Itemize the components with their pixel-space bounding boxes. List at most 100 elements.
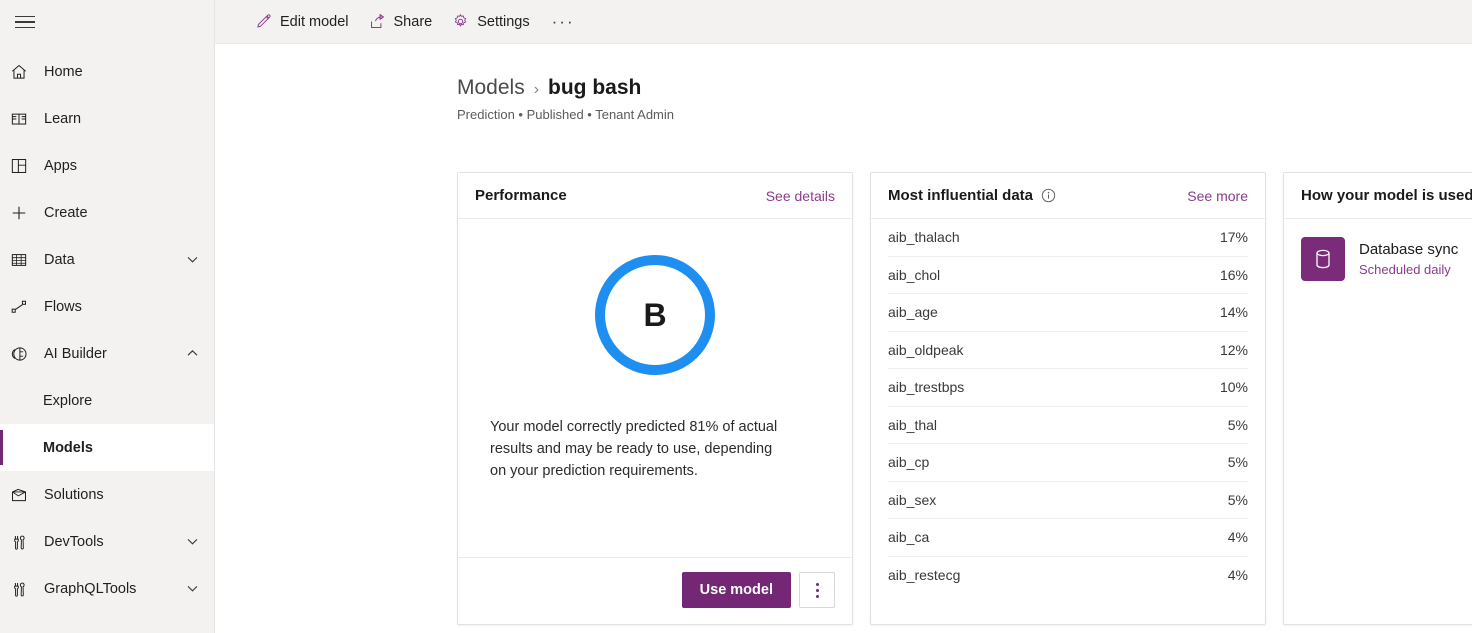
performance-gauge: B [458, 219, 852, 375]
sidebar-item-learn[interactable]: Learn [0, 95, 214, 142]
sidebar-nav: Home Learn Apps Create Data Flows AI Builder Ex… [0, 44, 214, 612]
influential-data-value: 16% [1220, 267, 1248, 283]
chevron-down-icon[interactable] [182, 253, 202, 266]
sidebar-item-explore[interactable]: Explore [0, 377, 214, 424]
flow-icon [10, 295, 40, 319]
influential-data-value: 5% [1228, 417, 1248, 433]
performance-card-title: Performance [475, 187, 567, 204]
model-usage-card-title: How your model is used [1301, 187, 1472, 204]
breadcrumb-separator-icon: › [534, 81, 539, 99]
command-bar: Edit model Share Settings ··· [215, 0, 1472, 44]
page-subtitle: Prediction • Published • Tenant Admin [457, 107, 1472, 122]
sidebar-item-flows[interactable]: Flows [0, 283, 214, 330]
influential-data-name: aib_thalach [888, 229, 1220, 245]
sidebar-item-label: Explore [43, 393, 182, 409]
command-edit-model[interactable]: Edit model [245, 6, 359, 38]
solutions-icon [10, 483, 40, 507]
influential-data-row: aib_sex5% [888, 482, 1248, 520]
influential-data-name: aib_ca [888, 529, 1228, 545]
performance-card-header: Performance See details [458, 173, 852, 219]
sidebar-item-label: Home [40, 64, 182, 80]
sidebar-item-devtools[interactable]: DevTools [0, 518, 214, 565]
dot [816, 589, 819, 592]
performance-card-footer: Use model [458, 557, 852, 624]
sidebar-item-label: DevTools [40, 534, 182, 550]
sidebar-item-apps[interactable]: Apps [0, 142, 214, 189]
influential-data-value: 14% [1220, 304, 1248, 320]
sidebar-item-models[interactable]: Models [0, 424, 214, 471]
influential-data-name: aib_age [888, 304, 1220, 320]
use-model-button[interactable]: Use model [682, 572, 791, 608]
usage-item-text: Database sync Scheduled daily [1359, 241, 1458, 278]
influential-data-row: aib_chol16% [888, 257, 1248, 295]
sidebar-item-label: AI Builder [40, 346, 182, 362]
performance-more-options-button[interactable] [799, 572, 835, 608]
command-overflow-button[interactable]: ··· [540, 6, 587, 38]
sidebar-item-label: Learn [40, 111, 182, 127]
influential-data-value: 10% [1220, 379, 1248, 395]
influential-data-value: 12% [1220, 342, 1248, 358]
sidebar-item-graphqltools[interactable]: GraphQLTools [0, 565, 214, 612]
usage-item-subtitle: Scheduled daily [1359, 262, 1458, 277]
command-label: Share [394, 14, 433, 30]
page-header: Models › bug bash Prediction • Published… [215, 44, 1472, 122]
sidebar-item-label: Solutions [40, 487, 182, 503]
influential-data-row: aib_trestbps10% [888, 369, 1248, 407]
breadcrumb: Models › bug bash [457, 76, 1472, 100]
sidebar-item-label: Create [40, 205, 182, 221]
see-details-link[interactable]: See details [766, 188, 835, 204]
influential-data-row: aib_thalach17% [888, 219, 1248, 257]
influential-data-card-title: Most influential data [888, 187, 1056, 204]
influential-data-name: aib_thal [888, 417, 1228, 433]
chevron-up-icon[interactable] [182, 347, 202, 360]
influential-data-card-body: aib_thalach17%aib_chol16%aib_age14%aib_o… [871, 219, 1265, 624]
influential-data-row: aib_restecg4% [888, 557, 1248, 595]
influential-data-card-header: Most influential data See more [871, 173, 1265, 219]
sidebar-item-label: Data [40, 252, 182, 268]
model-usage-card-body: Database sync Scheduled daily [1284, 219, 1472, 624]
command-share[interactable]: Share [359, 6, 443, 38]
sidebar-item-data[interactable]: Data [0, 236, 214, 283]
usage-item-database-sync[interactable]: Database sync Scheduled daily [1284, 219, 1472, 281]
chevron-down-icon[interactable] [182, 535, 202, 548]
card-title-text: Most influential data [888, 187, 1033, 204]
influential-data-value: 5% [1228, 492, 1248, 508]
page-title: bug bash [548, 76, 641, 100]
influential-data-value: 4% [1228, 567, 1248, 583]
hamburger-icon[interactable] [0, 0, 48, 44]
influential-data-name: aib_cp [888, 454, 1228, 470]
influential-data-card: Most influential data See more aib_thala… [870, 172, 1266, 625]
performance-card-body: B Your model correctly predicted 81% of … [458, 219, 852, 624]
influential-data-value: 17% [1220, 229, 1248, 245]
influential-data-list: aib_thalach17%aib_chol16%aib_age14%aib_o… [871, 219, 1265, 594]
sidebar-item-label: Apps [40, 158, 182, 174]
tools-icon [10, 530, 40, 554]
book-icon [10, 107, 40, 131]
sidebar-item-label: Models [43, 440, 182, 456]
home-icon [10, 60, 40, 84]
see-more-link[interactable]: See more [1187, 188, 1248, 204]
influential-data-row: aib_cp5% [888, 444, 1248, 482]
performance-card: Performance See details B Your model cor… [457, 172, 853, 625]
influential-data-row: aib_age14% [888, 294, 1248, 332]
sidebar-item-create[interactable]: Create [0, 189, 214, 236]
sidebar-item-ai-builder[interactable]: AI Builder [0, 330, 214, 377]
command-settings[interactable]: Settings [442, 6, 539, 38]
influential-data-name: aib_restecg [888, 567, 1228, 583]
influential-data-row: aib_thal5% [888, 407, 1248, 445]
info-icon[interactable] [1041, 188, 1056, 203]
chevron-down-icon[interactable] [182, 582, 202, 595]
sidebar-item-home[interactable]: Home [0, 48, 214, 95]
performance-grade: B [595, 255, 715, 375]
influential-data-value: 4% [1228, 529, 1248, 545]
sidebar-item-label: GraphQLTools [40, 581, 182, 597]
command-label: Settings [477, 14, 529, 30]
table-icon [10, 248, 40, 272]
dot [816, 595, 819, 598]
breadcrumb-parent[interactable]: Models [457, 76, 525, 100]
command-label: Edit model [280, 14, 349, 30]
influential-data-row: aib_oldpeak12% [888, 332, 1248, 370]
sidebar: Home Learn Apps Create Data Flows AI Builder Ex… [0, 0, 215, 633]
influential-data-name: aib_sex [888, 492, 1228, 508]
sidebar-item-solutions[interactable]: Solutions [0, 471, 214, 518]
